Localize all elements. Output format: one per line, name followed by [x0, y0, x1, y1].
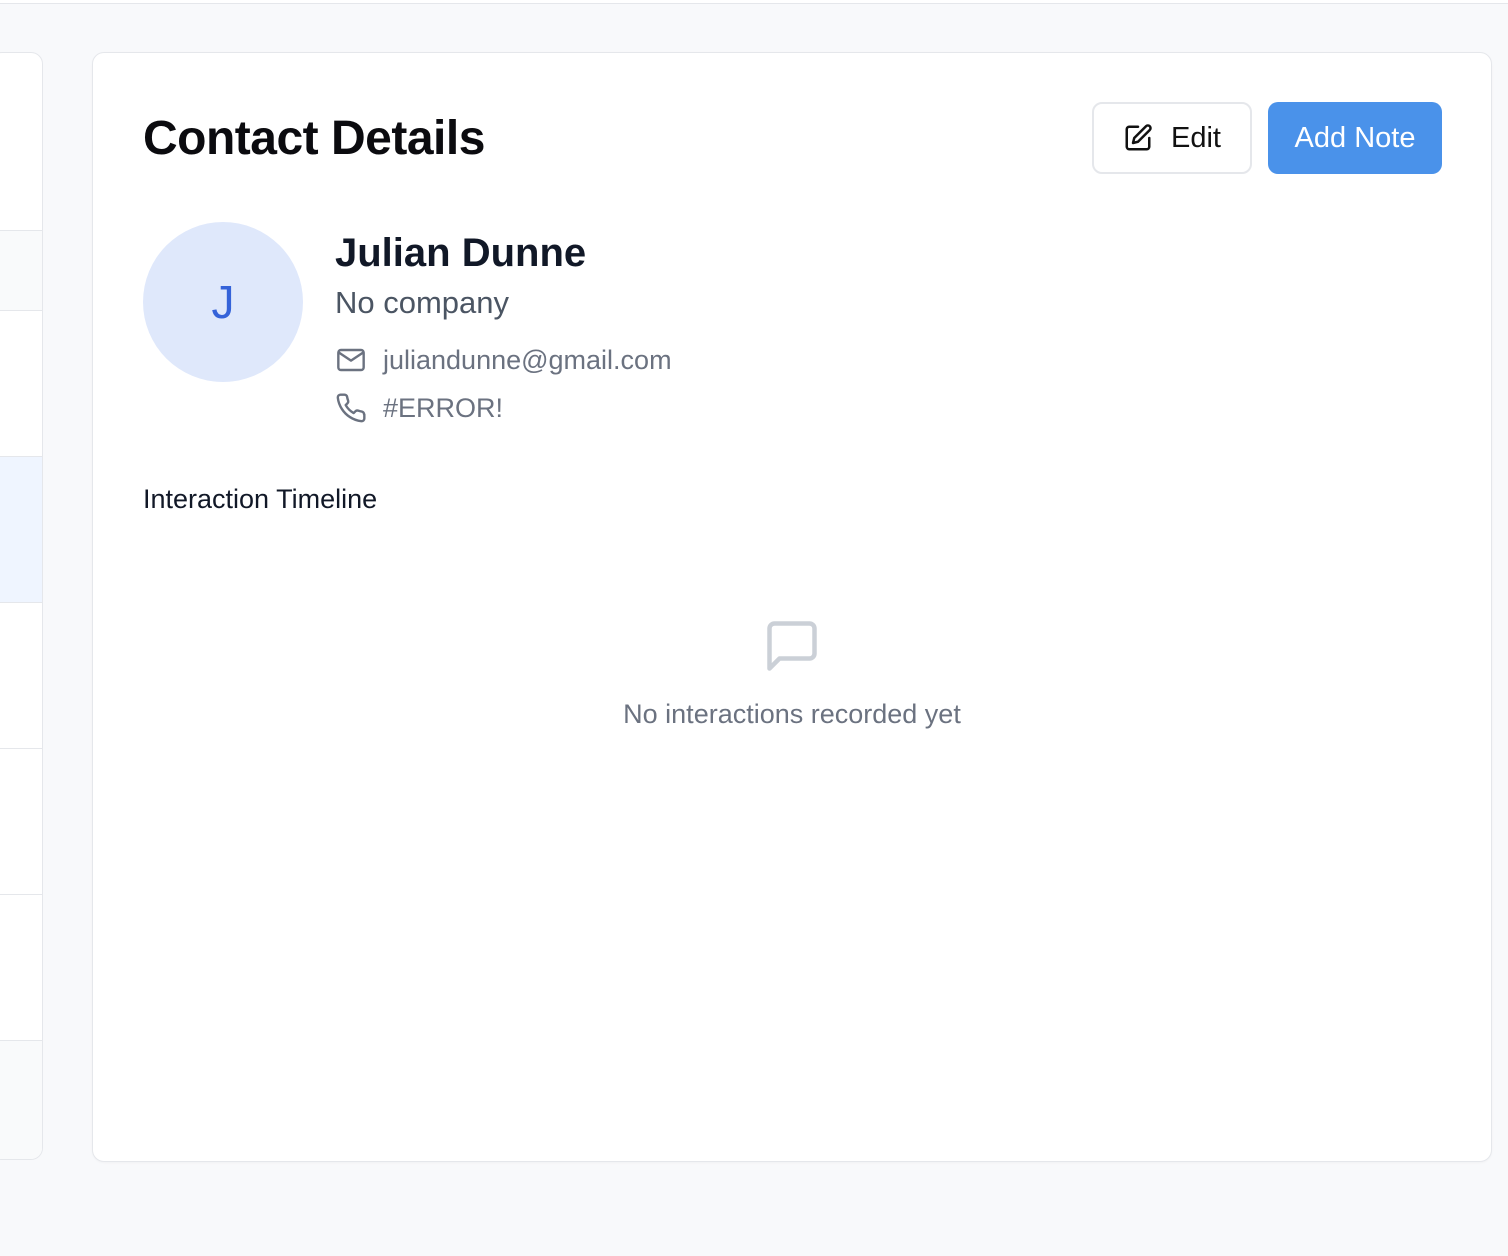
list-item[interactable] [0, 748, 42, 894]
edit-button[interactable]: Edit [1092, 102, 1252, 174]
message-square-icon [762, 616, 822, 676]
list-item[interactable] [0, 602, 42, 748]
contact-details-card: Contact Details Edit Add Note J Julian D… [92, 52, 1492, 1162]
add-note-button[interactable]: Add Note [1268, 102, 1442, 174]
list-item[interactable] [0, 894, 42, 1040]
phone-row: #ERROR! [335, 392, 503, 424]
contact-list-panel [0, 52, 43, 1160]
contact-company: No company [335, 285, 510, 320]
mail-icon [335, 344, 367, 376]
list-item[interactable] [0, 1040, 42, 1159]
list-item[interactable] [0, 230, 42, 310]
page-title: Contact Details [143, 112, 485, 165]
list-item[interactable] [0, 310, 42, 456]
phone-icon [335, 392, 367, 424]
edit-button-label: Edit [1171, 121, 1221, 154]
avatar: J [143, 222, 303, 382]
email-row: juliandunne@gmail.com [335, 344, 672, 376]
timeline-title: Interaction Timeline [143, 484, 378, 514]
contact-name: Julian Dunne [335, 231, 587, 275]
edit-icon [1123, 123, 1153, 153]
list-item[interactable] [0, 456, 42, 602]
top-header-strip [0, 0, 1508, 4]
timeline-empty-message: No interactions recorded yet [623, 699, 961, 729]
contact-email[interactable]: juliandunne@gmail.com [383, 345, 672, 376]
contact-phone[interactable]: #ERROR! [383, 393, 503, 424]
